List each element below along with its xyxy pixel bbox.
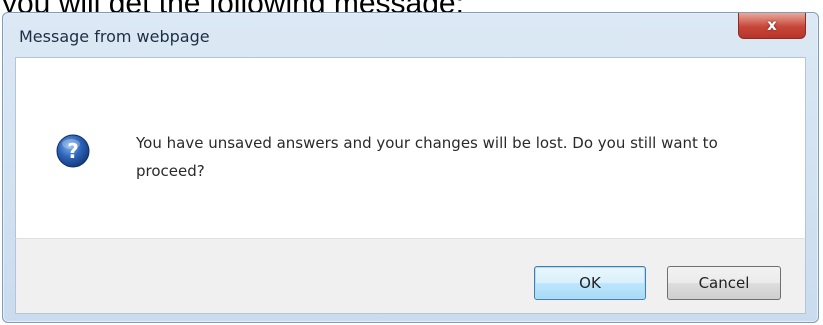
dialog-button-bar: OK Cancel	[15, 238, 806, 314]
dialog-title: Message from webpage	[19, 27, 210, 46]
page: you will get the following message: Mess…	[0, 0, 823, 325]
message-dialog: Message from webpage x ? You have unsave…	[2, 12, 819, 323]
dialog-message: You have unsaved answers and your change…	[136, 134, 718, 180]
ok-button[interactable]: OK	[534, 266, 646, 300]
cancel-button[interactable]: Cancel	[667, 266, 781, 300]
svg-text:?: ?	[67, 139, 79, 163]
close-icon: x	[767, 16, 777, 34]
dialog-titlebar[interactable]: Message from webpage x	[3, 13, 818, 57]
question-icon: ?	[56, 134, 90, 168]
dialog-body: ? You have unsaved answers and your chan…	[15, 57, 806, 238]
close-button[interactable]: x	[738, 13, 806, 39]
